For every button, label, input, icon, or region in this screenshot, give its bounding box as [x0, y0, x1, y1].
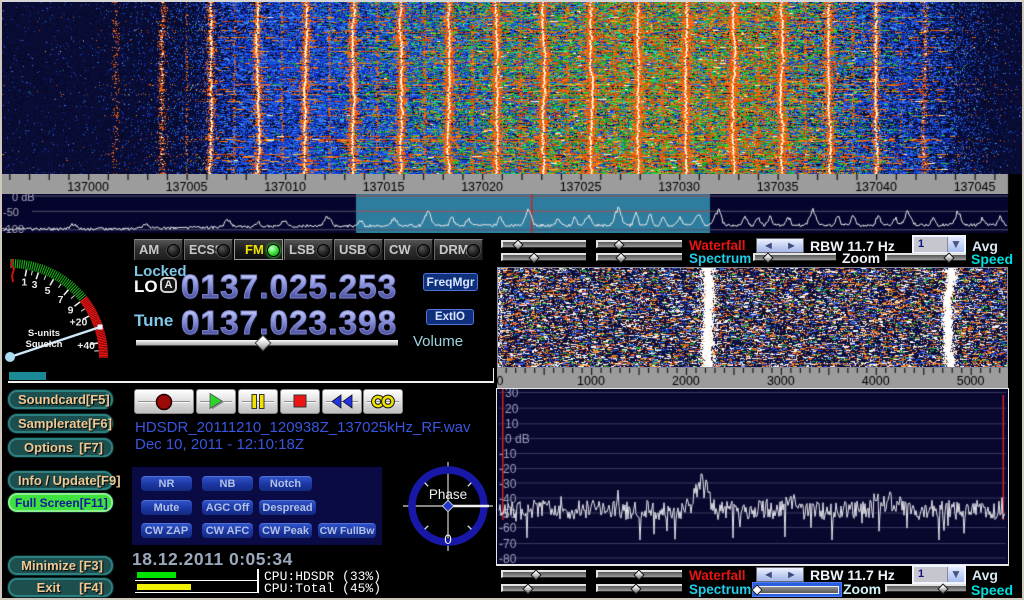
- svg-text:5: 5: [45, 285, 51, 297]
- svg-text:3: 3: [32, 279, 38, 291]
- svg-text:Squelch: Squelch: [26, 339, 63, 350]
- svg-text:0: 0: [444, 532, 452, 547]
- svg-text:+40: +40: [77, 340, 95, 352]
- svg-text:+20: +20: [69, 317, 87, 329]
- svg-text:Phase: Phase: [429, 487, 467, 502]
- svg-text:1: 1: [21, 276, 27, 288]
- svg-text:9: 9: [68, 304, 74, 316]
- svg-text:S-units: S-units: [28, 328, 60, 339]
- svg-text:7: 7: [58, 294, 64, 306]
